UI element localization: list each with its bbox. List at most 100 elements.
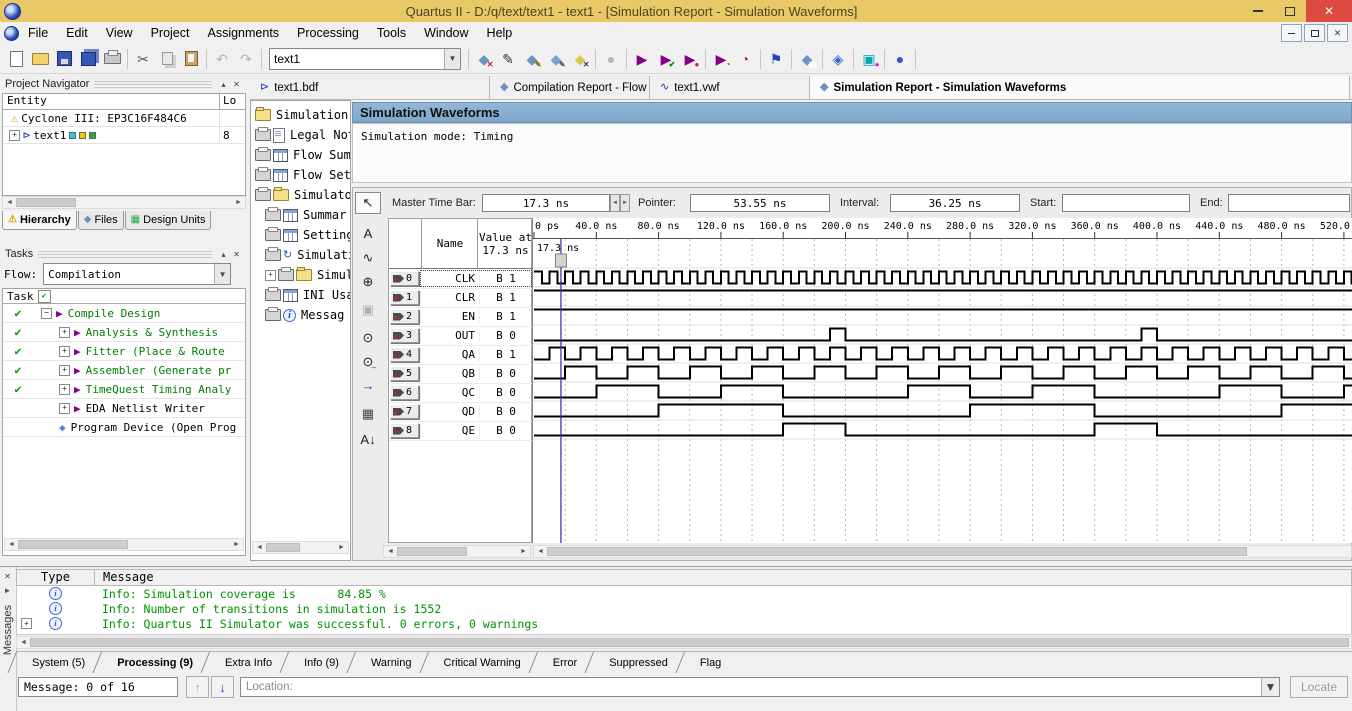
selection-tool-button[interactable]: ↖ xyxy=(355,192,381,214)
menu-project[interactable]: Project xyxy=(142,22,199,44)
task-row[interactable]: ✔ + ▶ Assembler (Generate pr xyxy=(3,361,245,380)
find-next-tool-button[interactable]: ⊙ → xyxy=(355,350,381,372)
signal-row-qe[interactable]: 8 QE B 0 xyxy=(389,421,532,441)
scroll-left-icon[interactable]: ◄ xyxy=(17,637,30,648)
copy-button[interactable] xyxy=(155,47,179,71)
signal-row-out[interactable]: 3 OUT B 0 xyxy=(389,326,532,346)
signal-handle-button[interactable]: 3 xyxy=(390,328,419,343)
previous-message-button[interactable]: ↑ xyxy=(186,676,209,698)
scroll-thumb[interactable] xyxy=(397,547,467,556)
expand-icon[interactable]: + xyxy=(9,129,20,141)
expand-icon[interactable]: + xyxy=(59,326,70,338)
panel-grip[interactable] xyxy=(38,250,212,258)
scroll-thumb[interactable] xyxy=(16,198,76,207)
expand-icon[interactable]: + xyxy=(59,364,70,376)
document-tab-text1-vwf[interactable]: ∿ text1.vwf xyxy=(650,76,810,99)
restore-button[interactable] xyxy=(1274,0,1306,22)
task-row[interactable]: ✔ − ▶ Compile Design xyxy=(3,304,245,323)
messages-tab-critical-warning[interactable]: Critical Warning xyxy=(428,652,537,673)
document-tab-text1-bdf[interactable]: ⊳ text1.bdf xyxy=(250,76,490,99)
task-row[interactable]: + ▶ EDA Netlist Writer xyxy=(3,399,245,418)
find-tool-button[interactable]: ⊙ xyxy=(355,326,381,348)
close-button[interactable]: ✕ xyxy=(1306,0,1352,22)
stop-processing-button[interactable]: ● xyxy=(599,47,623,71)
messages-tab-suppressed[interactable]: Suppressed xyxy=(593,652,684,673)
signal-table-hscrollbar[interactable]: ◄ ► xyxy=(383,545,531,558)
messages-tab-extra-info[interactable]: Extra Info xyxy=(209,652,288,673)
waveform-trace-qe[interactable] xyxy=(534,422,1352,437)
messages-tab-processing-9-[interactable]: Processing (9) xyxy=(101,652,209,673)
settings-dialog-button[interactable]: ◆ ✎ xyxy=(520,47,544,71)
signal-handle-button[interactable]: 1 xyxy=(390,290,419,305)
signal-handle-button[interactable]: 4 xyxy=(390,347,419,362)
flow-combobox[interactable]: Compilation ▼ xyxy=(43,263,232,285)
pencil-editor-button[interactable]: ✎ xyxy=(496,47,520,71)
report-tree-item-summar[interactable]: Summar xyxy=(265,205,350,225)
chip-planner-button[interactable]: ▣ ● xyxy=(857,47,881,71)
signal-handle-button[interactable]: 5 xyxy=(390,366,419,381)
task-row[interactable]: ✔ + ▶ TimeQuest Timing Analy xyxy=(3,380,245,399)
signal-row-en[interactable]: 2 EN B 1 xyxy=(389,307,532,327)
expand-icon[interactable]: − xyxy=(41,307,52,319)
waveform-canvas[interactable]: 0 ps 40.0 ns 80.0 ns 120.0 ns 160.0 ns 200.0 … xyxy=(532,218,1352,543)
expand-icon[interactable]: + xyxy=(59,345,70,357)
message-row[interactable]: + i Info: Quartus II Simulator was success… xyxy=(17,616,1351,631)
sort-tool-button[interactable]: A↓ xyxy=(355,428,381,450)
time-cursor-handle[interactable] xyxy=(554,253,567,268)
close-panel-button[interactable]: ✕ xyxy=(230,248,243,260)
simulator-tool-button[interactable]: ⚑ xyxy=(764,47,788,71)
waveform-trace-out[interactable] xyxy=(534,327,1352,342)
navigator-tab-hierarchy[interactable]: ⚠ Hierarchy xyxy=(2,211,77,230)
message-row[interactable]: i Info: Number of transitions in simulati… xyxy=(17,601,1351,616)
time-bar-next-button[interactable]: ► xyxy=(620,194,630,212)
report-tree-item-ini-usa[interactable]: INI Usa xyxy=(265,285,350,305)
scroll-right-icon[interactable]: ► xyxy=(517,546,530,557)
report-tree-item-simulati[interactable]: + Simulati xyxy=(265,265,350,285)
new-file-button[interactable] xyxy=(4,47,28,71)
zoom-tool-button[interactable]: ⊕ xyxy=(355,270,381,292)
scroll-right-icon[interactable]: ► xyxy=(230,539,243,550)
redo-button[interactable]: ↷ xyxy=(234,47,258,71)
message-column-header[interactable]: Message xyxy=(95,570,1351,585)
tasks-hscrollbar[interactable]: ◄ ► xyxy=(4,538,244,551)
signal-handle-button[interactable]: 0 xyxy=(390,271,419,286)
save-all-button[interactable] xyxy=(76,47,100,71)
expand-icon[interactable]: + xyxy=(59,383,70,395)
scroll-right-icon[interactable]: ► xyxy=(335,542,348,553)
task-row[interactable]: ◈ Program Device (Open Prog xyxy=(3,418,245,437)
help-button[interactable]: ●? xyxy=(888,47,912,71)
minimize-button[interactable] xyxy=(1242,0,1274,22)
collapse-panel-button[interactable]: ▴ xyxy=(217,248,230,260)
signal-row-qd[interactable]: 7 QD B 0 xyxy=(389,402,532,422)
scroll-left-icon[interactable]: ◄ xyxy=(384,546,397,557)
document-tab-simulation-report-simulation-waveforms[interactable]: ◆ Simulation Report - Simulation Waveform… xyxy=(810,76,1350,99)
scroll-thumb[interactable] xyxy=(266,543,300,552)
menu-file[interactable]: File xyxy=(19,22,57,44)
project-combobox[interactable]: text1 ▼ xyxy=(269,47,461,70)
task-checkbox-icon[interactable]: ✔ xyxy=(37,289,51,303)
messages-hscrollbar[interactable]: ◄ xyxy=(16,636,1352,649)
waveform-trace-clk[interactable] xyxy=(534,270,1352,285)
scroll-left-icon[interactable]: ◄ xyxy=(5,539,18,550)
message-row[interactable]: i Info: Simulation coverage is 84.85 % xyxy=(17,586,1351,601)
signal-row-qb[interactable]: 5 QB B 0 xyxy=(389,364,532,384)
report-tree-item-simulation-rep[interactable]: Simulation Rep xyxy=(255,105,350,125)
location-dropdown-icon[interactable]: ▼ xyxy=(1261,678,1279,696)
time-bar-prev-button[interactable]: ◄ xyxy=(610,194,620,212)
report-tree-item-legal-notic[interactable]: Legal Notic xyxy=(255,125,350,145)
menu-assignments[interactable]: Assignments xyxy=(198,22,288,44)
location-combobox[interactable]: Location: ▼ xyxy=(240,677,1280,697)
programmer-button[interactable]: ◈ xyxy=(826,47,850,71)
scroll-thumb[interactable] xyxy=(30,638,1349,647)
waveform-hscrollbar[interactable]: ◄ xyxy=(533,545,1352,558)
report-tree-hscrollbar[interactable]: ◄ ► xyxy=(252,541,349,554)
waveform-trace-qc[interactable] xyxy=(534,384,1352,399)
menu-window[interactable]: Window xyxy=(415,22,477,44)
signal-handle-button[interactable]: 7 xyxy=(390,404,419,419)
undo-button[interactable]: ↶ xyxy=(210,47,234,71)
scroll-right-icon[interactable]: ► xyxy=(232,197,245,208)
snap-tool-button[interactable]: ▦ xyxy=(355,402,381,424)
open-file-button[interactable] xyxy=(28,47,52,71)
scroll-left-icon[interactable]: ◄ xyxy=(534,546,547,557)
hierarchy-row[interactable]: + ⊳ text1 8 xyxy=(3,127,245,144)
